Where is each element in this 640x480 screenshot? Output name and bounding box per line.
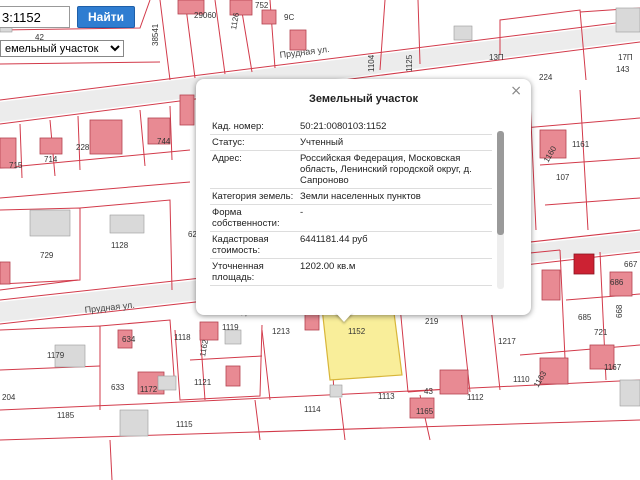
parcel-label: 634 bbox=[122, 335, 136, 344]
parcel-label: 1113 bbox=[378, 392, 395, 401]
info-key: Кад. номер: bbox=[210, 119, 298, 135]
parcel-info-table: Кад. номер: 50:21:0080103:1152 Статус: Учт… bbox=[210, 119, 492, 286]
parcel-info-popup: × Земельный участок Кад. номер: 50:21:008… bbox=[196, 79, 531, 315]
info-key: Категория земель: bbox=[210, 188, 298, 205]
info-value: Земли населенных пунктов bbox=[298, 188, 492, 205]
parcel-label: 714 bbox=[44, 155, 58, 164]
parcel-label: 1213 bbox=[272, 327, 290, 336]
parcel-label: 29060 bbox=[194, 11, 217, 20]
parcel-label: 1115 bbox=[176, 420, 193, 429]
parcel-label: 38541 bbox=[151, 23, 160, 46]
info-value: 50:21:0080103:1152 bbox=[298, 119, 492, 135]
parcel-label: 1121 bbox=[194, 378, 212, 387]
parcel-label: 1118 bbox=[174, 333, 191, 342]
info-row-area: Уточненная площадь: 1202.00 кв.м bbox=[210, 258, 492, 286]
popup-pointer bbox=[335, 312, 353, 322]
popup-scrollbar[interactable] bbox=[497, 131, 504, 289]
parcel-label: 204 bbox=[2, 393, 16, 402]
parcel-label: 1112 bbox=[467, 393, 484, 402]
parcel-label: 668 bbox=[615, 304, 624, 318]
info-key: Уточненная площадь: bbox=[210, 258, 298, 286]
search-button[interactable]: Найти bbox=[77, 6, 135, 28]
parcel-label: 685 bbox=[578, 313, 592, 322]
parcel-label: 228 bbox=[76, 143, 90, 152]
parcel-label: 715 bbox=[9, 161, 23, 170]
parcel-label: 1125 bbox=[405, 54, 414, 72]
parcel-label: 1167 bbox=[604, 363, 622, 372]
parcel-label: 107 bbox=[556, 173, 570, 182]
parcel-label: 13П bbox=[489, 53, 504, 62]
info-value: 1202.00 кв.м bbox=[298, 258, 492, 286]
parcel-label: 686 bbox=[610, 278, 624, 287]
popup-body[interactable]: Кад. номер: 50:21:0080103:1152 Статус: Учт… bbox=[210, 119, 492, 301]
parcel-label: 729 bbox=[40, 251, 54, 260]
parcel-label: 1185 bbox=[57, 411, 75, 420]
parcel-label: 219 bbox=[425, 317, 439, 326]
parcel-label: 43 bbox=[424, 387, 433, 396]
parcel-label: 1217 bbox=[498, 337, 516, 346]
parcel-label: 224 bbox=[539, 73, 553, 82]
popup-title: Земельный участок bbox=[309, 93, 418, 105]
selected-parcel-1152[interactable] bbox=[321, 304, 403, 381]
object-type-select[interactable]: емельный участок bbox=[0, 40, 124, 57]
parcel-label: 744 bbox=[157, 137, 171, 146]
parcel-label: 1179 bbox=[47, 351, 65, 360]
parcel-label: 752 bbox=[255, 1, 269, 10]
info-row-cadastral-value: Кадастровая стоимость: 6441181.44 руб bbox=[210, 231, 492, 259]
parcel-label: 17П bbox=[618, 53, 633, 62]
parcel-label: 667 bbox=[624, 260, 638, 269]
parcel-label: 1110 bbox=[513, 375, 530, 384]
parcel-label: 1119 bbox=[222, 323, 239, 332]
info-row-cadastral-number: Кад. номер: 50:21:0080103:1152 bbox=[210, 119, 492, 135]
info-row-land-category: Категория земель: Земли населенных пункто… bbox=[210, 188, 492, 205]
info-key: Адрес: bbox=[210, 150, 298, 189]
parcel-label: 1165 bbox=[416, 407, 434, 416]
info-row-address: Адрес: Российская Федерация, Московская о… bbox=[210, 150, 492, 189]
info-value: Российская Федерация, Московская область… bbox=[298, 150, 492, 189]
building-red bbox=[573, 253, 595, 275]
parcel-label: 1104 bbox=[367, 54, 376, 72]
info-key: Статус: bbox=[210, 134, 298, 151]
scrollbar-thumb[interactable] bbox=[497, 131, 504, 235]
info-key: Кадастровая стоимость: bbox=[210, 231, 298, 259]
info-row-ownership: Форма собственности: - bbox=[210, 204, 492, 232]
info-value: Учтенный bbox=[298, 134, 492, 151]
info-row-status: Статус: Учтенный bbox=[210, 134, 492, 151]
info-value: 6441181.44 руб bbox=[298, 231, 492, 259]
parcel-label: 9С bbox=[284, 13, 294, 22]
parcel-label: 1152 bbox=[348, 327, 366, 336]
parcel-label: 1172 bbox=[140, 385, 158, 394]
search-input[interactable] bbox=[0, 6, 70, 28]
parcel-label: 1128 bbox=[111, 241, 129, 250]
info-value: - bbox=[298, 204, 492, 232]
parcel-label: 143 bbox=[616, 65, 630, 74]
parcel-label: 1114 bbox=[304, 405, 321, 414]
parcel-label: 1161 bbox=[572, 140, 590, 149]
parcel-label: 633 bbox=[111, 383, 125, 392]
info-key: Форма собственности: bbox=[210, 204, 298, 232]
parcel-label: 721 bbox=[594, 328, 608, 337]
